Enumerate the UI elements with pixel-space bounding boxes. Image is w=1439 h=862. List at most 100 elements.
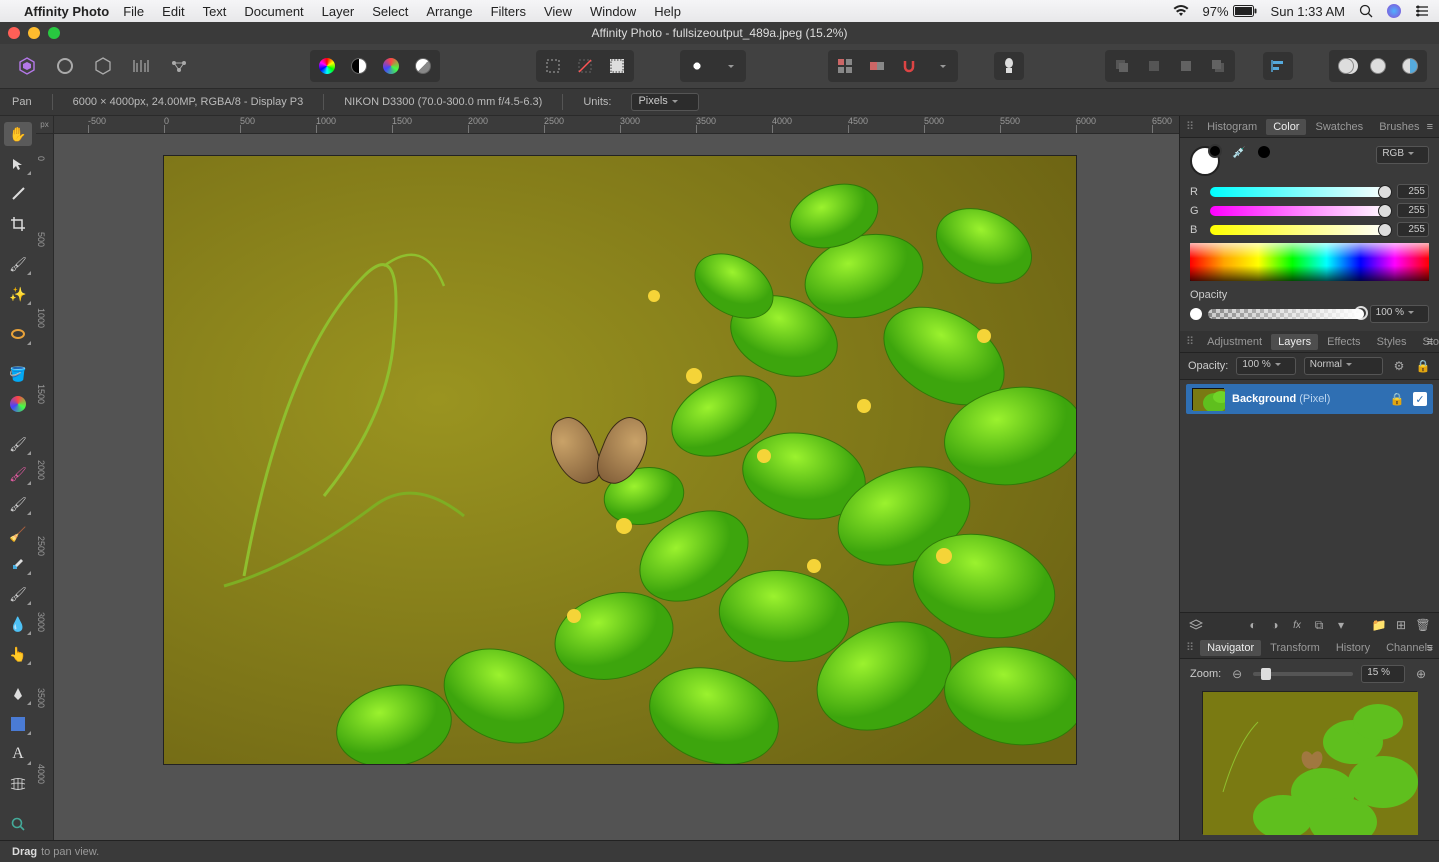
menu-filters[interactable]: Filters	[491, 4, 526, 19]
subtract-shape-icon[interactable]	[1363, 52, 1393, 80]
panel-grip-icon[interactable]: ⠿	[1186, 335, 1194, 348]
grayscale-icon[interactable]	[344, 52, 374, 80]
intersect-shape-icon[interactable]	[1395, 52, 1425, 80]
delete-layer-icon[interactable]: 🗑	[1415, 617, 1431, 633]
menu-window[interactable]: Window	[590, 4, 636, 19]
rectangle-tool[interactable]	[4, 712, 32, 736]
view-tool[interactable]: ✋	[4, 122, 32, 146]
paint-brush-tool[interactable]: 🖌	[4, 432, 32, 456]
tab-layers[interactable]: Layers	[1271, 334, 1318, 350]
layer-lock-icon[interactable]: 🔒	[1415, 358, 1431, 374]
quick-mask-icon[interactable]	[602, 52, 632, 80]
tone-mapping-persona-icon[interactable]	[126, 52, 156, 80]
menu-view[interactable]: View	[544, 4, 572, 19]
color-chooser-icon[interactable]	[312, 52, 342, 80]
color-mode-select[interactable]: RGB	[1376, 146, 1429, 164]
layer-stack-icon[interactable]	[1188, 617, 1204, 633]
half-tone-icon[interactable]	[408, 52, 438, 80]
assistant-icon[interactable]	[994, 52, 1024, 80]
fx-icon[interactable]: fx	[1289, 617, 1305, 633]
auto-dropdown[interactable]	[714, 52, 744, 80]
tab-effects[interactable]: Effects	[1320, 334, 1367, 350]
flood-select-tool[interactable]: ✨	[4, 282, 32, 306]
menu-edit[interactable]: Edit	[162, 4, 184, 19]
tab-histogram[interactable]: Histogram	[1200, 119, 1264, 135]
merge-icon[interactable]: ▾	[1333, 617, 1349, 633]
pen-tool[interactable]	[4, 682, 32, 706]
battery-status[interactable]: 97%	[1203, 4, 1257, 19]
add-shape-icon[interactable]	[1331, 52, 1361, 80]
menu-help[interactable]: Help	[654, 4, 681, 19]
erase-brush-tool[interactable]: 🖌	[4, 492, 32, 516]
app-menu[interactable]: Affinity Photo	[24, 4, 109, 19]
document-canvas[interactable]	[164, 156, 1076, 764]
marquee-icon[interactable]	[538, 52, 568, 80]
menu-text[interactable]: Text	[203, 4, 227, 19]
layer-opacity-value[interactable]: 100 %	[1236, 357, 1295, 375]
mesh-warp-tool[interactable]	[4, 772, 32, 796]
tab-history[interactable]: History	[1329, 640, 1377, 656]
layer-cog-icon[interactable]: ⚙	[1391, 358, 1407, 374]
develop-persona-icon[interactable]	[88, 52, 118, 80]
zoom-value[interactable]: 15 %	[1361, 665, 1405, 683]
grid-toggle-icon[interactable]	[830, 52, 860, 80]
layer-visible-checkbox[interactable]: ✓	[1413, 392, 1427, 406]
spotlight-icon[interactable]	[1359, 4, 1373, 18]
move-back-icon[interactable]	[1107, 52, 1137, 80]
color-spectrum[interactable]	[1190, 243, 1429, 281]
foreground-color-swatch[interactable]	[1190, 146, 1220, 176]
tab-swatches[interactable]: Swatches	[1308, 119, 1370, 135]
horizontal-ruler[interactable]: -500050010001500200025003000350040004500…	[54, 116, 1179, 134]
window-minimize-button[interactable]	[28, 27, 40, 39]
menu-layer[interactable]: Layer	[322, 4, 355, 19]
text-tool[interactable]: A	[4, 742, 32, 766]
panel-grip-icon[interactable]: ⠿	[1186, 641, 1194, 654]
menu-arrange[interactable]: Arrange	[426, 4, 472, 19]
red-slider[interactable]	[1210, 187, 1389, 197]
add-layer-icon[interactable]: ⊞	[1393, 617, 1409, 633]
crop-layer-icon[interactable]: ⧉	[1311, 617, 1327, 633]
snapping-icon[interactable]	[894, 52, 924, 80]
menu-file[interactable]: File	[123, 4, 144, 19]
tab-styles[interactable]: Styles	[1370, 334, 1414, 350]
blend-mode-select[interactable]: Normal	[1304, 357, 1383, 375]
panel-menu-icon[interactable]: ≡	[1427, 642, 1433, 654]
align-left-icon[interactable]	[1263, 52, 1293, 80]
green-value[interactable]: 255	[1397, 203, 1429, 218]
zoom-out-icon[interactable]: ⊖	[1229, 666, 1245, 682]
auto-levels-icon[interactable]	[682, 52, 712, 80]
crop-tool[interactable]	[4, 212, 32, 236]
red-value[interactable]: 255	[1397, 184, 1429, 199]
navigator-preview[interactable]	[1202, 691, 1417, 834]
recently-used-color[interactable]	[1258, 146, 1270, 158]
panel-menu-icon[interactable]: ≡	[1427, 336, 1433, 348]
opacity-value[interactable]: 100 %	[1370, 305, 1429, 323]
export-persona-icon[interactable]	[164, 52, 194, 80]
group-icon[interactable]: 📁	[1371, 617, 1387, 633]
zoom-in-icon[interactable]: ⊕	[1413, 666, 1429, 682]
notification-center-icon[interactable]	[1415, 5, 1429, 17]
blue-slider[interactable]	[1210, 225, 1389, 235]
pixel-grid-icon[interactable]	[862, 52, 892, 80]
photo-persona-icon[interactable]	[12, 52, 42, 80]
panel-menu-icon[interactable]: ≡	[1427, 121, 1433, 133]
wifi-status-icon[interactable]	[1173, 5, 1189, 17]
blur-tool[interactable]: 💧	[4, 612, 32, 636]
color-picker-tool[interactable]	[4, 182, 32, 206]
clone-brush-tool[interactable]: 🧹	[4, 522, 32, 546]
adjustment-layer-icon[interactable]: ◑	[1267, 617, 1283, 633]
diagonal-icon[interactable]	[570, 52, 600, 80]
panel-grip-icon[interactable]: ⠿	[1186, 120, 1194, 133]
flood-fill-tool[interactable]: 🪣	[4, 362, 32, 386]
blue-value[interactable]: 255	[1397, 222, 1429, 237]
background-color-swatch[interactable]	[1208, 144, 1222, 158]
mask-icon[interactable]: ◐	[1245, 617, 1261, 633]
layer-row[interactable]: Background (Pixel) 🔒 ✓	[1186, 384, 1433, 414]
inpainting-tool[interactable]	[4, 552, 32, 576]
marquee-tool[interactable]	[4, 322, 32, 346]
menu-document[interactable]: Document	[244, 4, 303, 19]
canvas-viewport[interactable]	[54, 134, 1179, 840]
selection-brush-tool[interactable]: 🖌	[4, 252, 32, 276]
smudge-tool[interactable]: 👆	[4, 642, 32, 666]
healing-brush-tool[interactable]: 🖌	[4, 582, 32, 606]
